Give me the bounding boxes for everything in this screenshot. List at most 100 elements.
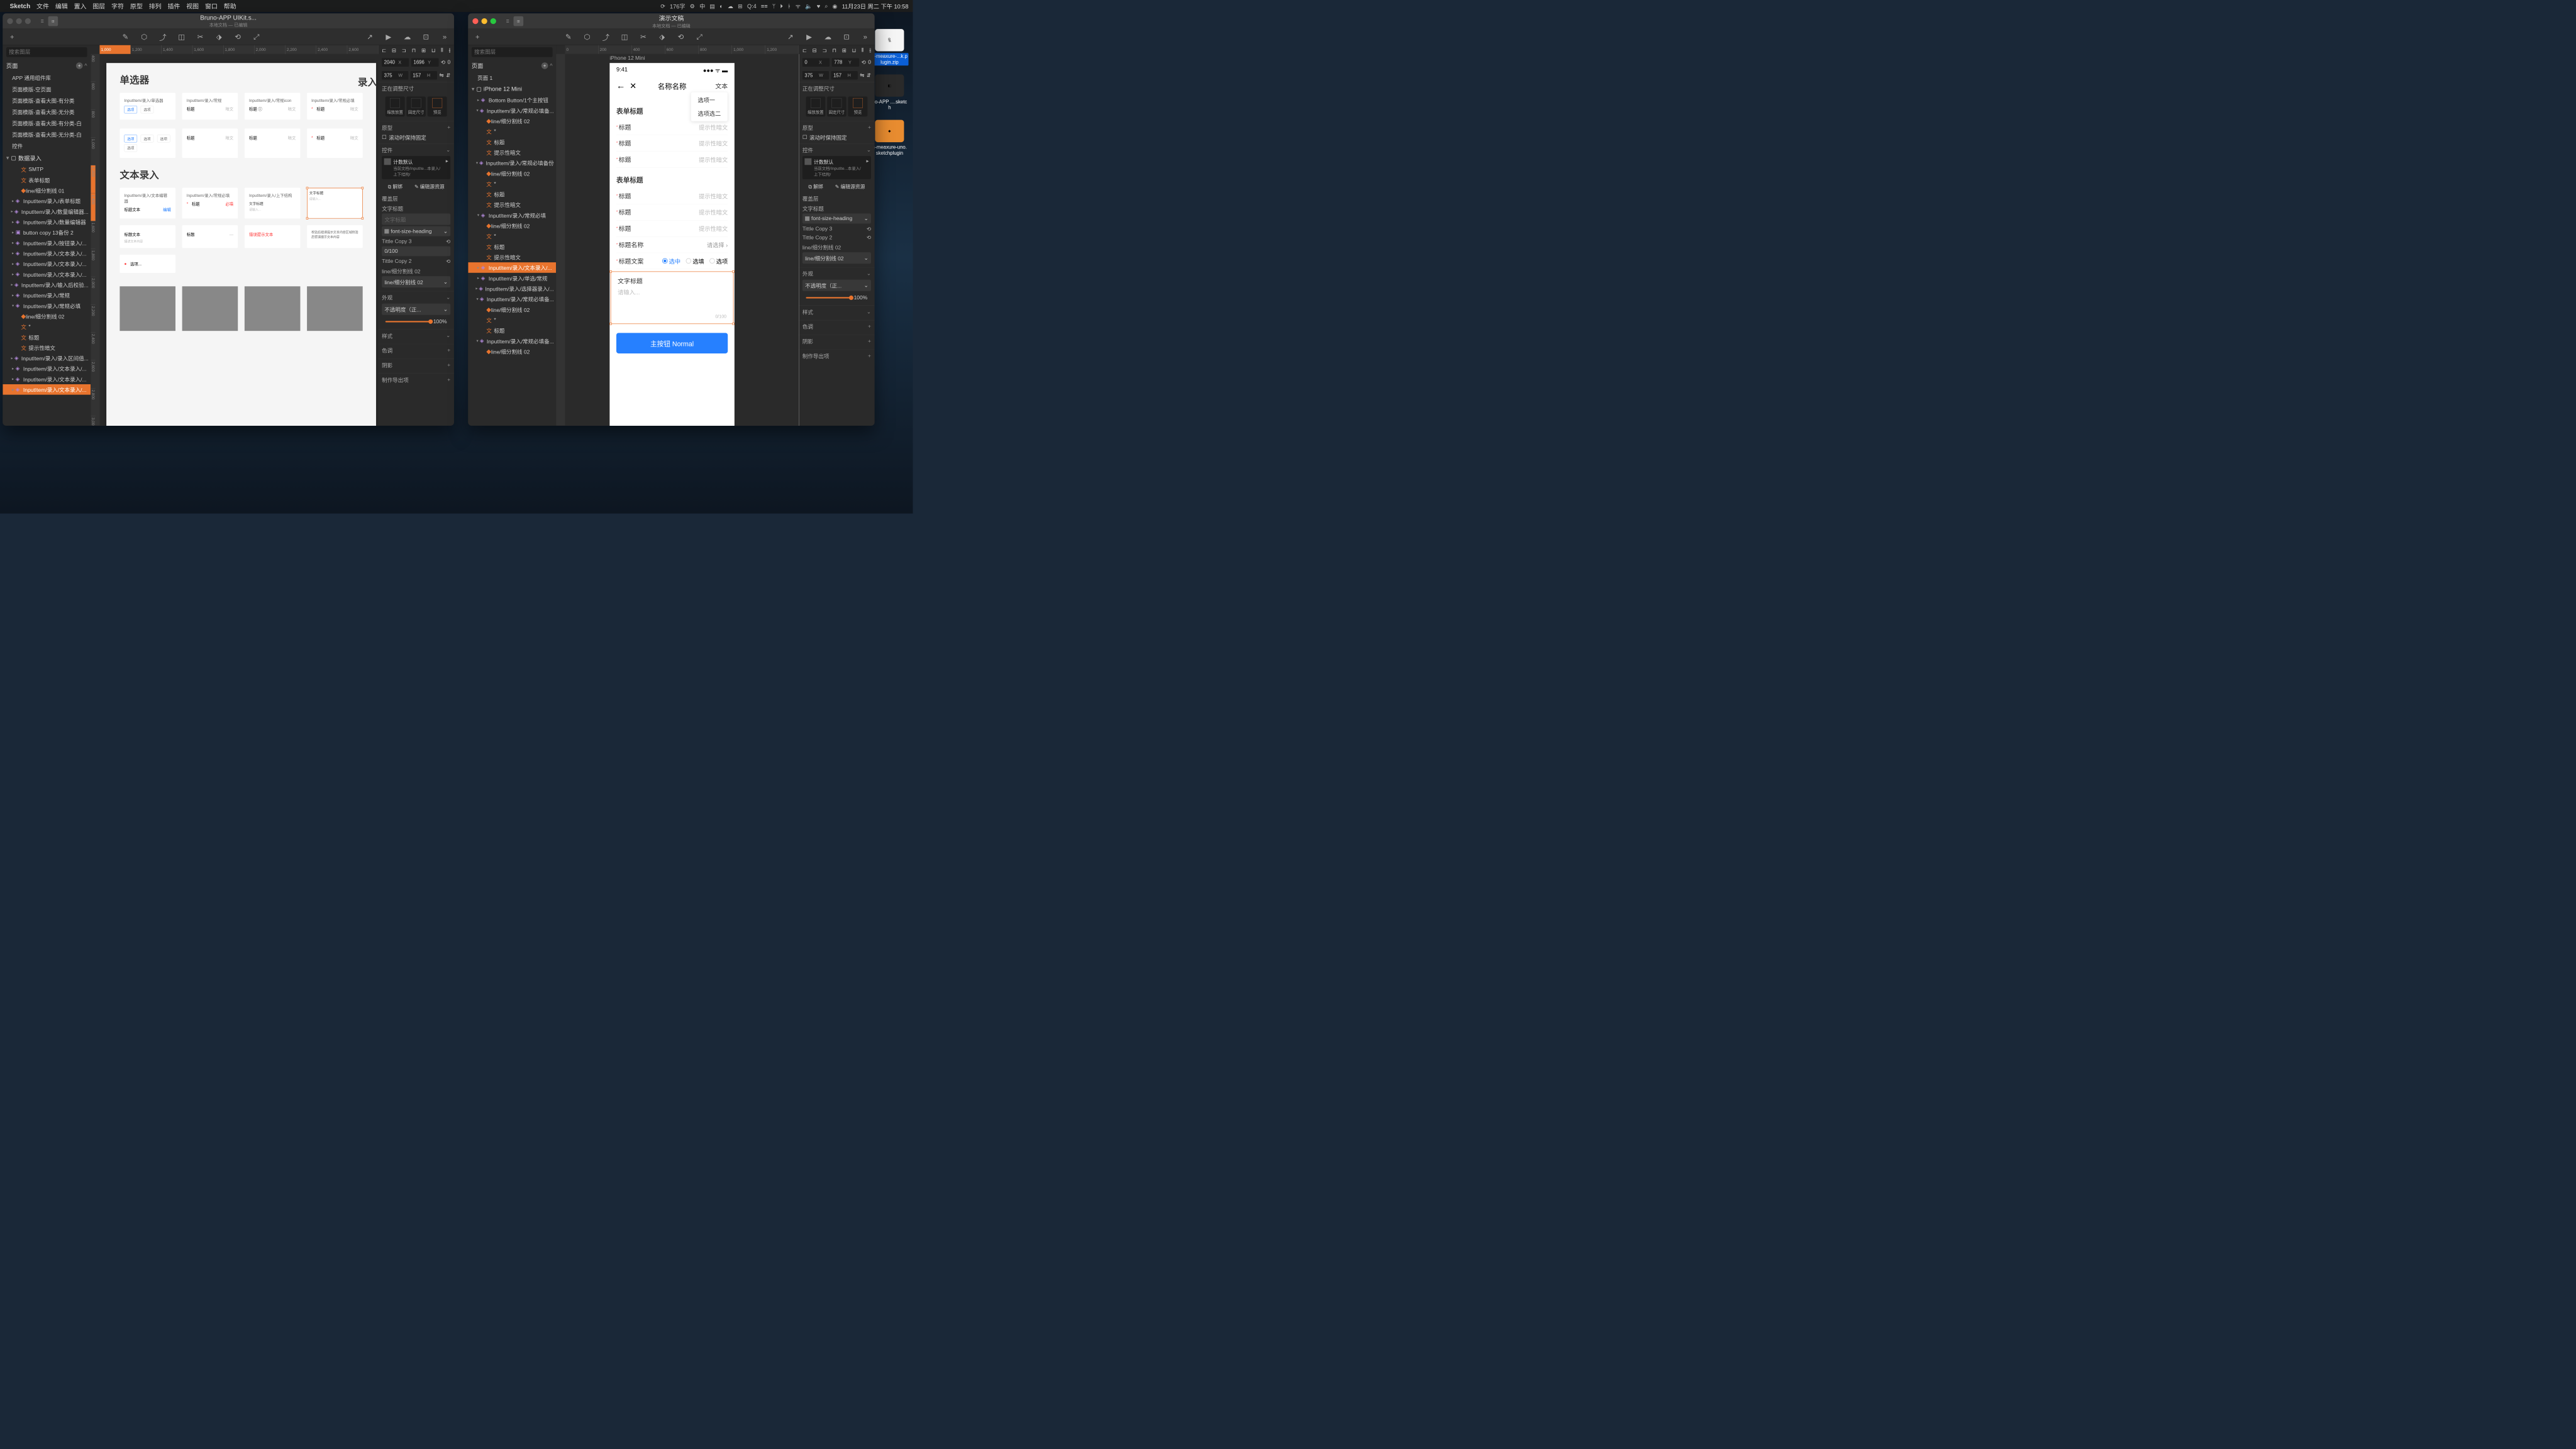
back-icon[interactable]: ← <box>616 80 625 91</box>
scissors-tool-icon[interactable]: ✂ <box>638 32 648 42</box>
nav-action[interactable]: 文本 <box>715 81 728 90</box>
layer-item[interactable]: 文标题 <box>468 189 556 200</box>
artboard-header[interactable]: ▾▢iPhone 12 Mini <box>468 84 556 95</box>
align-right-icon[interactable]: ⊐ <box>402 47 406 53</box>
insert-tool-icon[interactable]: + <box>472 32 482 42</box>
radio-option[interactable]: 选项 <box>709 257 728 265</box>
titlebar[interactable]: ☰⊞ Bruno-APP UIKit.s...本地文档 — 已编辑 <box>3 13 454 29</box>
override-text-input[interactable]: 文字标题 <box>382 214 450 225</box>
status-input[interactable]: 176字 <box>670 2 686 10</box>
status-icon[interactable]: ᛘ <box>772 3 776 9</box>
layer-item[interactable]: ▸◈InputItem/录入/文本录入/... <box>468 262 556 273</box>
scissors-tool-icon[interactable]: ✂ <box>196 32 206 42</box>
edit-source-button[interactable]: ✎ 编辑源资源 <box>414 183 445 190</box>
layer-item[interactable]: 文提示性暗文 <box>468 147 556 158</box>
layer-item[interactable]: ◆line/细分割线 02 <box>3 311 91 321</box>
override-input[interactable]: 0/100 <box>382 247 450 257</box>
layer-item[interactable]: 文提示性暗文 <box>468 252 556 262</box>
menu-view[interactable]: 视图 <box>186 1 199 10</box>
opacity-select[interactable]: 不透明度（正...⌄ <box>802 280 871 291</box>
desktop-file[interactable]: ◆n-meaxure-uno.sketchplugin <box>870 120 908 157</box>
flip-h-icon[interactable]: ⇋ <box>439 72 443 79</box>
page-item[interactable]: 页面模版-空页面 <box>3 84 91 95</box>
scale-tool-icon[interactable]: ⤢ <box>252 32 262 42</box>
form-row[interactable]: *标题提示性暗文 <box>616 204 728 220</box>
close-icon[interactable]: ✕ <box>630 81 636 91</box>
layer-item[interactable]: ▸◈Bottom Button/1个主按钮 <box>468 95 556 106</box>
align-center-h-icon[interactable]: ⊟ <box>392 47 396 53</box>
dropdown-menu[interactable]: 选项一 选项选二 <box>691 92 728 121</box>
status-icon[interactable]: ⚙ <box>690 3 695 9</box>
align-top-icon[interactable]: ⊓ <box>412 47 416 53</box>
menu-file[interactable]: 文件 <box>36 1 49 10</box>
layer-item[interactable]: ▸◈InputItem/录入/文本录入/... <box>3 269 91 280</box>
align-center-h-icon[interactable]: ⊟ <box>813 47 817 53</box>
grid-view-icon[interactable]: ⊞ <box>48 16 58 26</box>
layer-item[interactable]: ▸◈InputItem/录入/单选/常规 <box>468 273 556 284</box>
page-item[interactable]: APP 通用组件库 <box>3 72 91 83</box>
distribute-v-icon[interactable]: ⫲ <box>869 47 871 53</box>
add-icon[interactable]: + <box>447 125 450 131</box>
flip-v-icon[interactable]: ⇵ <box>446 72 450 79</box>
symbol-override[interactable]: 计数默认当前文档/InputIte...本录入/上下结构/▸ <box>382 156 450 179</box>
layer-item[interactable]: ▸◈InputItem/录入/文本录入/... <box>3 364 91 374</box>
status-spotlight-icon[interactable]: ⌕ <box>824 3 828 9</box>
override-style-select[interactable]: font-size-heading⌄ <box>382 226 450 236</box>
add-shadow-icon[interactable]: + <box>447 362 450 368</box>
layer-item[interactable]: 文提示性暗文 <box>468 199 556 210</box>
add-page-icon[interactable]: + <box>541 62 548 69</box>
layer-item[interactable]: 文标题 <box>468 325 556 336</box>
align-center-v-icon[interactable]: ⊞ <box>421 47 426 53</box>
layer-item[interactable]: ▸◈InputItem/录入/文本录入/... <box>3 248 91 258</box>
distribute-v-icon[interactable]: ⫲ <box>448 47 450 53</box>
layer-item[interactable]: ▸◈InputItem/录入/文本录入/... <box>3 258 91 269</box>
layer-item[interactable]: ▸◈InputItem/录入/常规 <box>3 290 91 301</box>
status-wifi-icon[interactable]: ᯤ <box>796 2 801 10</box>
menu-prototype[interactable]: 原型 <box>130 1 143 10</box>
preview-tool-icon[interactable]: ▶ <box>384 32 394 42</box>
menu-help[interactable]: 帮助 <box>224 1 236 10</box>
pages-header[interactable]: 页面+^ <box>468 59 556 72</box>
menu-arrange[interactable]: 排列 <box>149 1 162 10</box>
layer-item[interactable]: ▸◈InputItem/录入/数量编辑器... <box>3 206 91 217</box>
canvas[interactable]: 02004006008001,0001,200 iPhone 12 Mini 9… <box>556 45 799 426</box>
resize-preview[interactable]: 预览 <box>848 96 868 116</box>
x-input[interactable] <box>804 60 818 65</box>
status-bluetooth-icon[interactable]: ᚼ <box>787 3 791 9</box>
resize-preview[interactable]: 预览 <box>428 96 447 116</box>
app-menu[interactable]: Sketch <box>10 3 31 9</box>
layer-item[interactable]: ▸◈InputItem/录入/输入后校验... <box>3 279 91 290</box>
menu-layer[interactable]: 图层 <box>92 1 105 10</box>
traffic-lights[interactable] <box>7 18 31 24</box>
menu-plugins[interactable]: 插件 <box>167 1 180 10</box>
add-shadow-icon[interactable]: + <box>868 338 871 344</box>
rotation-icon[interactable]: ⟲ <box>441 59 445 65</box>
desktop-file[interactable]: 🗜n-meaxure-...k.plugin.zip <box>870 29 908 65</box>
layer-item[interactable]: 文标题 <box>468 136 556 147</box>
layer-item[interactable]: ▸◈InputItem/录入/按钮录入/... <box>3 238 91 248</box>
h-input[interactable] <box>833 72 847 78</box>
scale-tool-icon[interactable]: ⤢ <box>694 32 704 42</box>
flip-v-icon[interactable]: ⇵ <box>867 72 871 79</box>
form-row[interactable]: *标题提示性暗文 <box>616 135 728 152</box>
x-input[interactable] <box>384 60 397 65</box>
reset-icon[interactable]: ⟲ <box>446 238 450 245</box>
canvas[interactable]: 1,0001,2001,4001,6001,8002,0002,2002,400… <box>91 45 378 426</box>
distribute-h-icon[interactable]: ⫴ <box>862 47 864 53</box>
layer-item[interactable]: 文* <box>468 126 556 137</box>
layer-item[interactable]: ◆line/细分割线 02 <box>468 116 556 126</box>
cloud-tool-icon[interactable]: ☁ <box>402 32 413 42</box>
layer-item[interactable]: ▸◈InputItem/录入/文本录入/... <box>3 384 91 395</box>
insert-tool-icon[interactable]: + <box>7 32 17 42</box>
page-item[interactable]: 页面模版-查看大图-有分类 <box>3 95 91 106</box>
form-row[interactable]: *标题提示性暗文 <box>616 220 728 236</box>
layer-item[interactable]: ▾◈InputItem/录入/常规必填 <box>3 301 91 311</box>
layer-item[interactable]: ◆line/细分割线 02 <box>468 168 556 179</box>
resize-scale[interactable]: 缩放放置 <box>386 96 405 116</box>
w-input[interactable] <box>804 72 818 78</box>
status-lang[interactable]: 中 <box>699 2 705 10</box>
align-right-icon[interactable]: ⊐ <box>823 47 827 53</box>
layer-item[interactable]: 文表单标题 <box>3 175 91 186</box>
status-icon[interactable]: ▤ <box>709 3 715 9</box>
add-tint-icon[interactable]: + <box>447 347 450 353</box>
